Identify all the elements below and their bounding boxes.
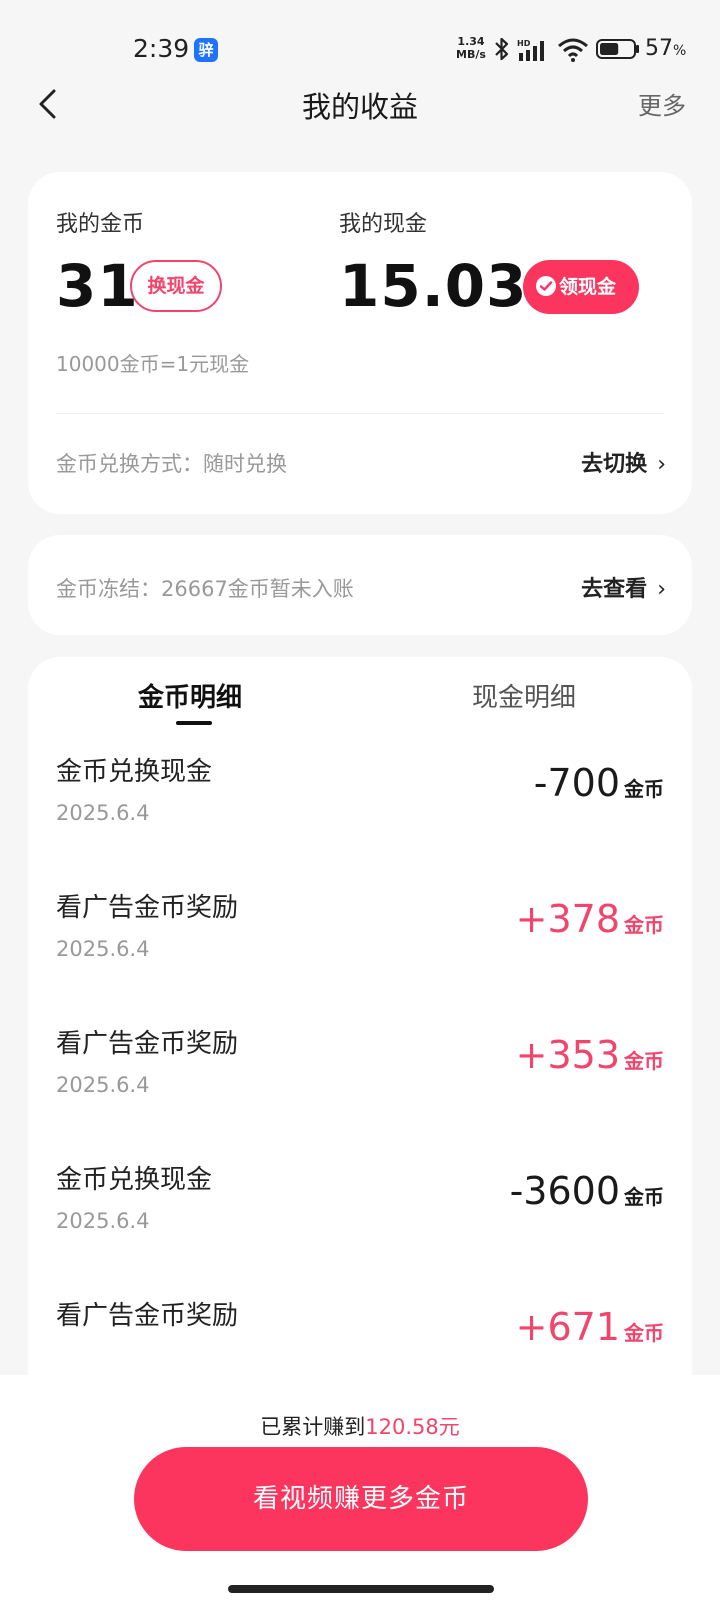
claim-cash-label: 领现金 bbox=[559, 276, 617, 298]
total-earned-prefix: 已累计赚到 bbox=[260, 1415, 366, 1439]
exchange-rate: 10000金币=1元现金 bbox=[56, 352, 250, 376]
switch-mode-label: 去切换 bbox=[581, 452, 648, 477]
record-amount: +671 金币 bbox=[516, 1305, 664, 1349]
record-amount-unit: 金币 bbox=[624, 1321, 664, 1345]
record-amount: -700 金币 bbox=[534, 761, 664, 805]
total-earned: 已累计赚到120.58元 bbox=[0, 1411, 720, 1441]
record-amount-unit: 金币 bbox=[624, 1185, 664, 1209]
record-date: 2025.6.4 bbox=[56, 937, 150, 961]
bluetooth-icon bbox=[495, 37, 509, 61]
coin-label: 我的金币 bbox=[56, 212, 145, 237]
balance-card: 我的金币 31 换现金 我的现金 15.03 领现金 10000金币=1元现金 … bbox=[28, 172, 692, 514]
switch-mode-link[interactable]: 去切换 › bbox=[581, 446, 666, 478]
network-speed-value: 1.34 bbox=[457, 35, 485, 48]
exchange-cash-button[interactable]: 换现金 bbox=[130, 260, 222, 312]
exchange-mode: 金币兑换方式：随时兑换 bbox=[56, 452, 287, 476]
record-date: 2025.6.4 bbox=[56, 1073, 150, 1097]
network-speed: 1.34 MB/s bbox=[454, 35, 488, 61]
record-title: 看广告金币奖励 bbox=[56, 1029, 239, 1059]
cash-balance: 15.03 bbox=[339, 252, 528, 320]
cell-signal-icon: HD bbox=[517, 39, 544, 61]
record-amount-value: -3600 bbox=[509, 1169, 620, 1213]
record-amount-value: +378 bbox=[515, 897, 620, 941]
view-frozen-link[interactable]: 去查看 › bbox=[581, 571, 666, 603]
claim-cash-button[interactable]: 领现金 bbox=[523, 260, 639, 314]
page-title: 我的收益 bbox=[301, 90, 418, 124]
network-speed-unit: MB/s bbox=[456, 48, 486, 61]
tab-cash-details[interactable]: 现金明细 bbox=[472, 677, 576, 714]
record-row[interactable]: 金币兑换现金 2025.6.4 -700 金币 bbox=[28, 751, 692, 871]
record-title: 看广告金币奖励 bbox=[56, 893, 239, 923]
cash-label: 我的现金 bbox=[339, 212, 428, 237]
divider bbox=[56, 413, 664, 414]
record-date: 2025.6.4 bbox=[56, 801, 150, 825]
record-row[interactable]: 看广告金币奖励 2025.6.4 +378 金币 bbox=[28, 887, 692, 1007]
record-amount: +378 金币 bbox=[516, 897, 664, 941]
coin-balance: 31 bbox=[56, 252, 139, 320]
battery-percent: 57% bbox=[645, 36, 686, 61]
battery-percent-unit: % bbox=[673, 43, 687, 59]
nav-bar: 我的收益 更多 bbox=[0, 72, 720, 136]
record-amount: +353 金币 bbox=[516, 1033, 664, 1077]
frozen-coins-text: 金币冻结：26667金币暂未入账 bbox=[56, 577, 354, 601]
total-earned-amount: 120.58元 bbox=[365, 1415, 460, 1439]
record-amount: -3600 金币 bbox=[510, 1169, 664, 1213]
active-tab-indicator bbox=[176, 721, 212, 725]
notification-app-icon: 骍 bbox=[194, 38, 218, 62]
more-button[interactable]: 更多 bbox=[638, 86, 686, 121]
record-date: 2025.6.4 bbox=[56, 1209, 150, 1233]
record-amount-value: +353 bbox=[515, 1033, 620, 1077]
record-amount-unit: 金币 bbox=[624, 913, 664, 937]
signal-hd-label: HD bbox=[517, 39, 531, 48]
frozen-coins-card[interactable]: 金币冻结：26667金币暂未入账 去查看 › bbox=[28, 535, 692, 635]
record-amount-value: +671 bbox=[515, 1305, 620, 1349]
record-row[interactable]: 金币兑换现金 2025.6.4 -3600 金币 bbox=[28, 1159, 692, 1279]
chevron-right-icon: › bbox=[657, 577, 666, 602]
battery-percent-value: 57 bbox=[645, 36, 673, 61]
earnings-page: 2:39 骍 1.34 MB/s HD 57% 我的收益 更多 我的金币 31 … bbox=[0, 0, 720, 1600]
record-amount-value: -700 bbox=[533, 761, 620, 805]
bottom-panel: 已累计赚到120.58元 看视频赚更多金币 bbox=[0, 1375, 720, 1600]
record-amount-unit: 金币 bbox=[624, 777, 664, 801]
watch-video-button[interactable]: 看视频赚更多金币 bbox=[134, 1447, 588, 1551]
chevron-right-icon: › bbox=[657, 452, 666, 477]
wechat-icon bbox=[536, 276, 556, 296]
record-title: 金币兑换现金 bbox=[56, 1165, 213, 1195]
status-time: 2:39 bbox=[133, 34, 190, 63]
wifi-icon bbox=[558, 38, 588, 62]
home-indicator[interactable] bbox=[228, 1585, 494, 1593]
battery-icon bbox=[596, 39, 639, 59]
record-amount-unit: 金币 bbox=[624, 1049, 664, 1073]
record-title: 看广告金币奖励 bbox=[56, 1301, 239, 1331]
record-row[interactable]: 看广告金币奖励 2025.6.4 +353 金币 bbox=[28, 1023, 692, 1143]
tab-coin-details[interactable]: 金币明细 bbox=[138, 677, 242, 714]
record-title: 金币兑换现金 bbox=[56, 757, 213, 787]
view-frozen-label: 去查看 bbox=[581, 577, 648, 602]
